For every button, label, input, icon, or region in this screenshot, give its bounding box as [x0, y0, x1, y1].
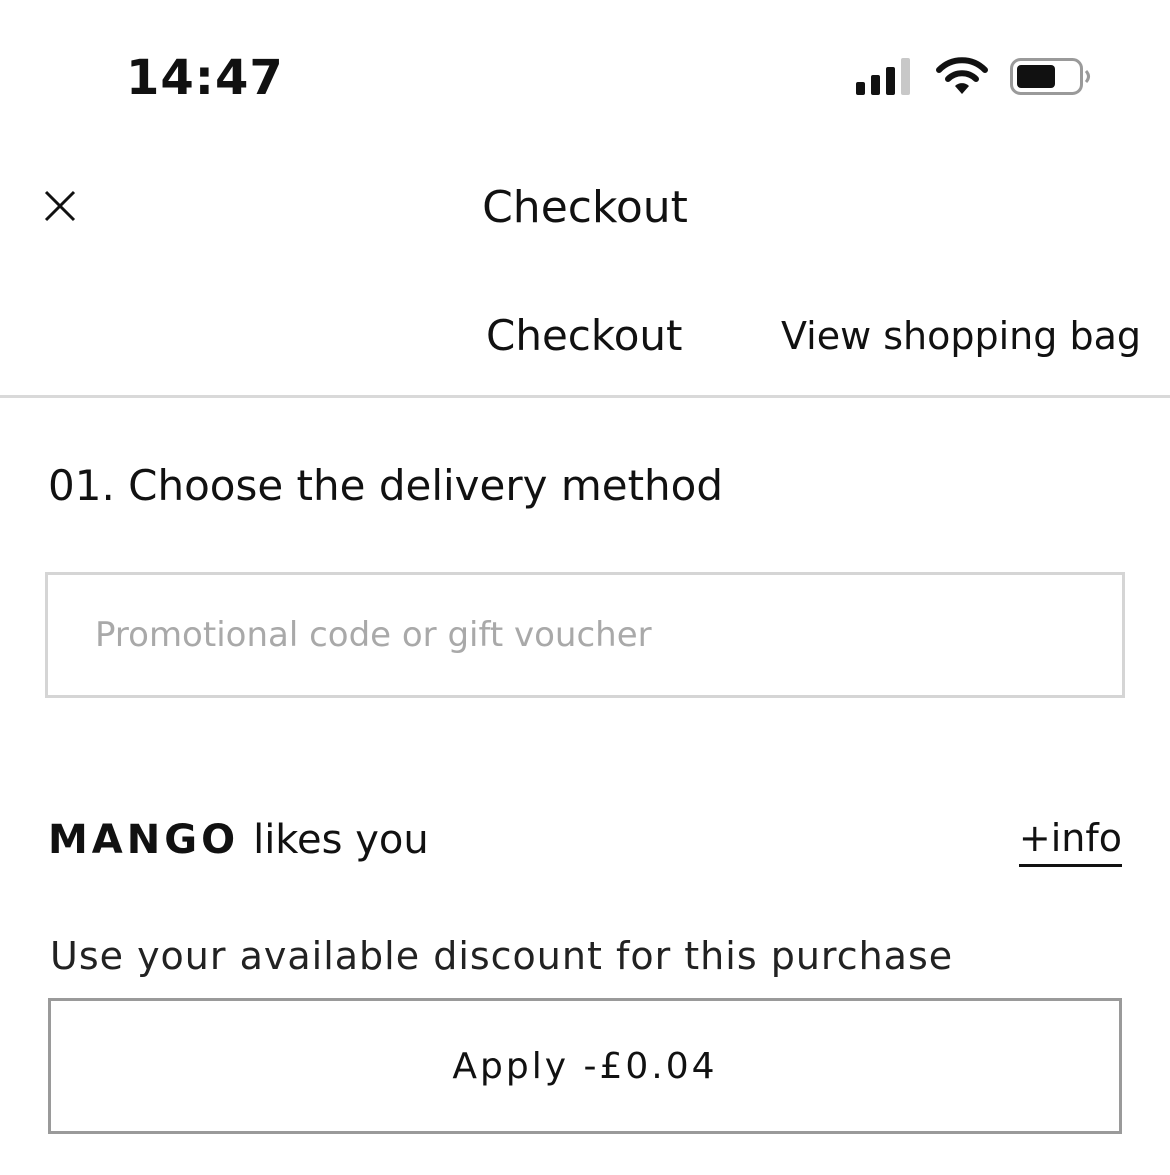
mango-logo: MANGO [48, 817, 240, 863]
apply-discount-button[interactable]: Apply -£0.04 [48, 998, 1122, 1134]
discount-description: Use your available discount for this pur… [50, 934, 954, 978]
cellular-signal-icon [856, 58, 910, 95]
wifi-icon [936, 57, 988, 94]
status-time: 14:47 [126, 50, 284, 106]
loyalty-brand-row: MANGO likes you [48, 808, 429, 872]
delivery-method-heading: 01. Choose the delivery method [48, 461, 724, 510]
more-info-link[interactable]: +info [1018, 812, 1122, 867]
tabs-divider [0, 395, 1170, 398]
battery-icon [1010, 58, 1090, 95]
page-title: Checkout [482, 182, 688, 233]
loyalty-title-suffix: likes you [253, 817, 429, 863]
tab-checkout[interactable]: Checkout [486, 306, 683, 366]
tab-view-shopping-bag[interactable]: View shopping bag [781, 306, 1141, 366]
promo-code-input[interactable] [45, 572, 1125, 698]
status-icons [852, 54, 1092, 100]
